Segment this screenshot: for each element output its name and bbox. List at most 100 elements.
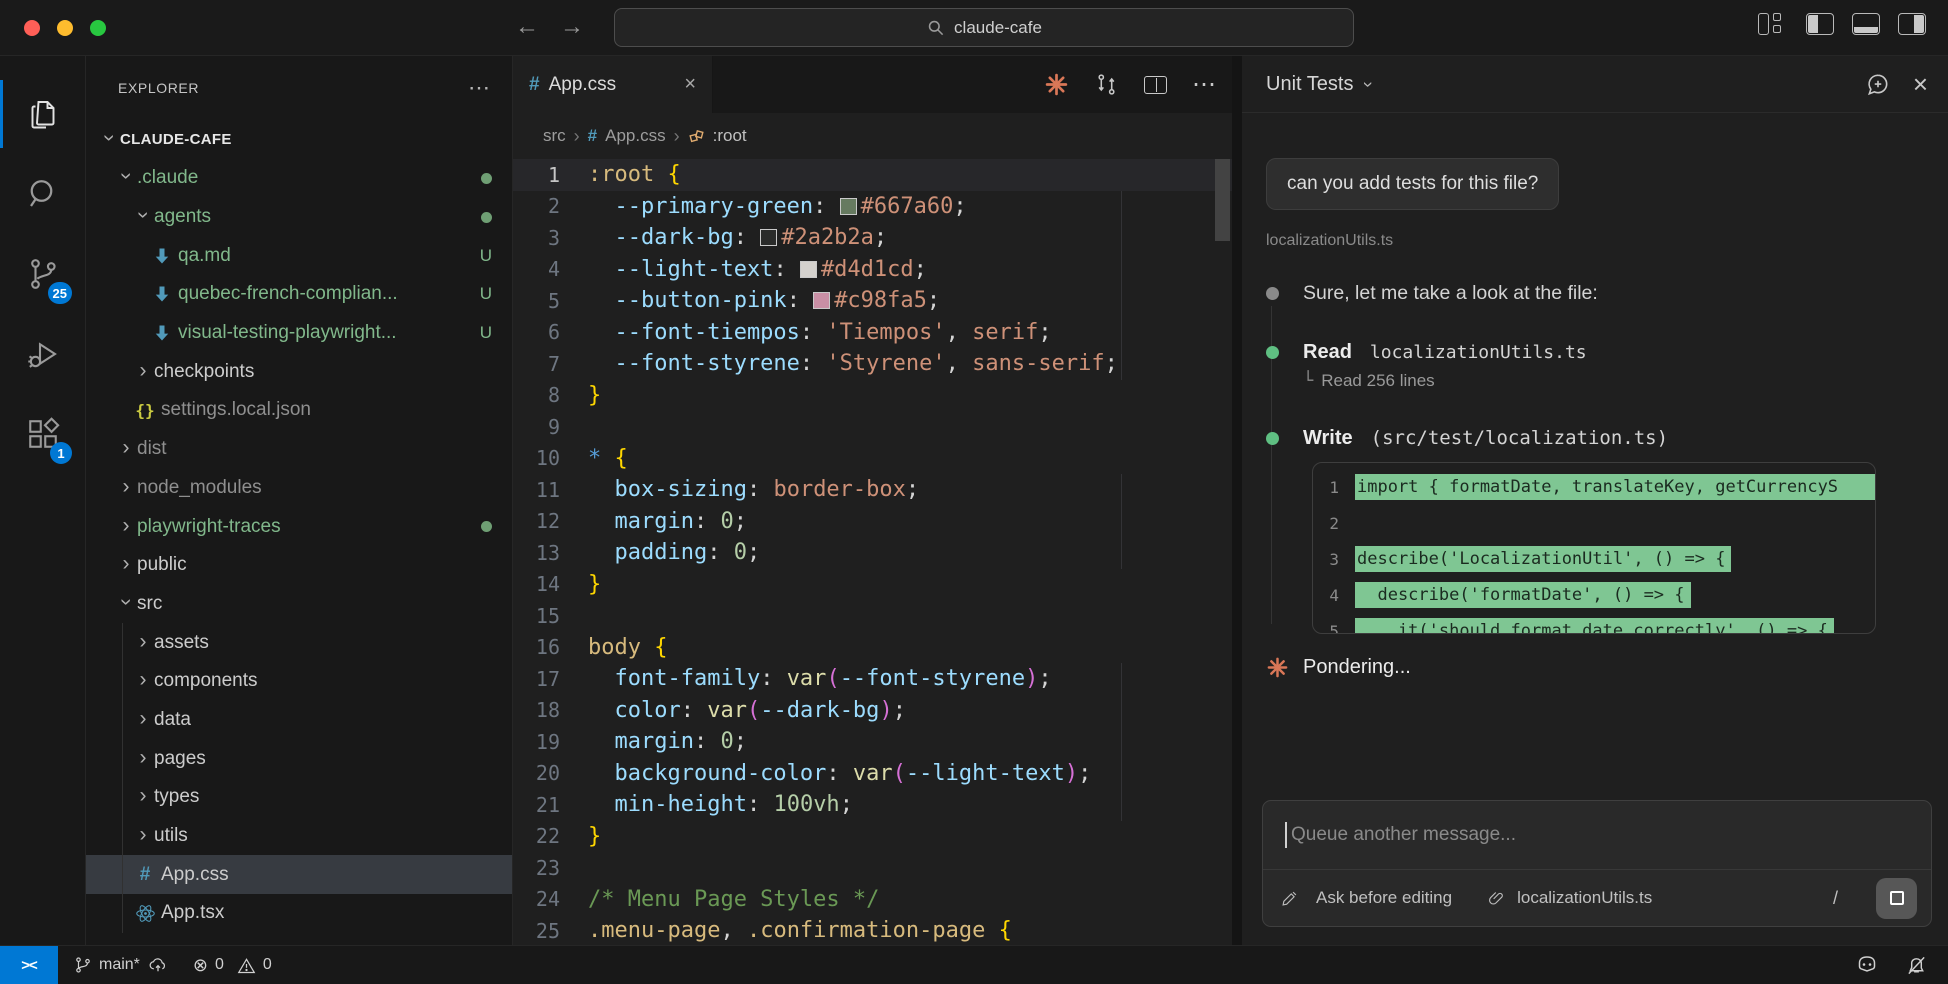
toggle-panel-icon[interactable] <box>1852 13 1880 35</box>
tree-item-components[interactable]: ›components <box>86 662 512 701</box>
tree-item-playwright-traces[interactable]: ›playwright-traces <box>86 507 512 546</box>
code-line-7[interactable]: 7 --font-styrene: 'Styrene', sans-serif; <box>513 348 1232 380</box>
code-line-21[interactable]: 21 min-height: 100vh; <box>513 789 1232 821</box>
color-swatch[interactable] <box>813 292 830 309</box>
code-line-2[interactable]: 2 --primary-green: #667a60; <box>513 191 1232 223</box>
color-swatch[interactable] <box>800 261 817 278</box>
tree-item-data[interactable]: ›data <box>86 701 512 740</box>
branch-status[interactable]: main* <box>74 955 169 975</box>
breadcrumb-file[interactable]: App.css <box>605 126 665 146</box>
diff-line-5: 5 it('should format date correctly', () … <box>1313 613 1875 634</box>
edit-mode-label[interactable]: Ask before editing <box>1316 888 1452 908</box>
tree-item-public[interactable]: ›public <box>86 546 512 585</box>
editor-scrollbar[interactable] <box>1215 159 1230 241</box>
code-line-19[interactable]: 19 margin: 0; <box>513 726 1232 758</box>
close-window-button[interactable] <box>24 20 40 36</box>
code-line-11[interactable]: 11 box-sizing: border-box; <box>513 474 1232 506</box>
breadcrumb: src › # App.css › :root <box>513 113 1232 159</box>
tree-item-checkpoints[interactable]: ›checkpoints <box>86 352 512 391</box>
tree-item-settings-local-json[interactable]: {}settings.local.json <box>86 391 512 430</box>
panel-sash[interactable] <box>1232 56 1242 945</box>
code-editor[interactable]: 1:root {2 --primary-green: #667a60;3 --d… <box>513 159 1232 945</box>
edit-mode-icon[interactable] <box>1281 890 1298 907</box>
code-line-9[interactable]: 9 <box>513 411 1232 443</box>
tree-root-folder[interactable]: › CLAUDE-CAFE <box>86 120 512 159</box>
notifications-muted-icon[interactable] <box>1905 954 1928 977</box>
new-chat-icon[interactable] <box>1865 71 1891 97</box>
claude-code-icon[interactable] <box>1044 72 1069 97</box>
split-editor-icon[interactable] <box>1144 76 1167 94</box>
attached-file-chip[interactable]: localizationUtils.ts <box>1517 888 1652 908</box>
tree-item-visual-testing-playwright-[interactable]: visual-testing-playwright...U <box>86 314 512 353</box>
code-line-14[interactable]: 14} <box>513 569 1232 601</box>
code-line-12[interactable]: 12 margin: 0; <box>513 506 1232 538</box>
code-line-4[interactable]: 4 --light-text: #d4d1cd; <box>513 254 1232 286</box>
more-actions-icon[interactable]: ⋯ <box>1192 73 1216 97</box>
activity-explorer[interactable] <box>0 74 86 154</box>
navigate-back-icon[interactable]: ← <box>512 13 542 41</box>
code-line-18[interactable]: 18 color: var(--dark-bg); <box>513 695 1232 727</box>
code-line-24[interactable]: 24/* Menu Page Styles */ <box>513 884 1232 916</box>
activity-source-control[interactable]: 25 <box>0 234 86 314</box>
code-line-5[interactable]: 5 --button-pink: #c98fa5; <box>513 285 1232 317</box>
copilot-icon[interactable] <box>1855 953 1879 977</box>
toggle-primary-sidebar-icon[interactable] <box>1806 13 1834 35</box>
message-input[interactable]: Queue another message... <box>1263 801 1931 870</box>
tree-item-quebec-french-complian-[interactable]: quebec-french-complian...U <box>86 275 512 314</box>
open-changes-icon[interactable] <box>1094 72 1119 97</box>
code-line-15[interactable]: 15 <box>513 600 1232 632</box>
activity-run-debug[interactable] <box>0 314 86 394</box>
close-tab-icon[interactable]: × <box>684 73 696 96</box>
write-tool-row[interactable]: Write (src/test/localization.ts) <box>1266 427 1924 450</box>
chevron-down-icon[interactable]: › <box>1358 81 1379 87</box>
tree-item-pages[interactable]: ›pages <box>86 739 512 778</box>
diff-code-block[interactable]: 1import { formatDate, translateKey, getC… <box>1312 462 1876 634</box>
maximize-window-button[interactable] <box>90 20 106 36</box>
code-line-10[interactable]: 10* { <box>513 443 1232 475</box>
tree-item-agents[interactable]: ›agents <box>86 198 512 237</box>
problems-status[interactable]: ⊗ 0 0 <box>193 955 272 976</box>
explorer-more-actions-icon[interactable]: ⋯ <box>468 75 490 101</box>
chat-input-box[interactable]: Queue another message... Ask before edit… <box>1262 800 1932 927</box>
line-number: 24 <box>513 887 588 911</box>
stop-button[interactable] <box>1876 878 1917 919</box>
code-line-6[interactable]: 6 --font-tiempos: 'Tiempos', serif; <box>513 317 1232 349</box>
tree-item-src[interactable]: ›src <box>86 585 512 624</box>
tab-app-css[interactable]: # App.css × <box>513 56 713 113</box>
tree-item-types[interactable]: ›types <box>86 778 512 817</box>
tree-item-app-css[interactable]: #App.css <box>86 855 512 894</box>
code-line-20[interactable]: 20 background-color: var(--light-text); <box>513 758 1232 790</box>
breadcrumb-src[interactable]: src <box>543 126 566 146</box>
read-tool-row[interactable]: Read localizationUtils.ts <box>1266 341 1924 364</box>
tree-item-node-modules[interactable]: ›node_modules <box>86 469 512 508</box>
tree-item-dist[interactable]: ›dist <box>86 430 512 469</box>
code-line-16[interactable]: 16body { <box>513 632 1232 664</box>
breadcrumb-symbol[interactable]: :root <box>713 126 747 146</box>
code-line-13[interactable]: 13 padding: 0; <box>513 537 1232 569</box>
code-line-1[interactable]: 1:root { <box>513 159 1232 191</box>
tree-item-qa-md[interactable]: qa.mdU <box>86 236 512 275</box>
activity-search[interactable] <box>0 154 86 234</box>
activity-extensions[interactable]: 1 <box>0 394 86 474</box>
code-line-23[interactable]: 23 <box>513 852 1232 884</box>
code-line-17[interactable]: 17 font-family: var(--font-styrene); <box>513 663 1232 695</box>
command-center-search[interactable]: claude-cafe <box>614 8 1354 47</box>
toggle-secondary-sidebar-icon[interactable] <box>1898 13 1926 35</box>
remote-indicator[interactable]: >< <box>0 946 58 984</box>
minimize-window-button[interactable] <box>57 20 73 36</box>
code-line-22[interactable]: 22} <box>513 821 1232 853</box>
customize-layout-icon[interactable] <box>1758 13 1788 35</box>
code-line-3[interactable]: 3 --dark-bg: #2a2b2a; <box>513 222 1232 254</box>
navigate-forward-icon[interactable]: → <box>557 13 587 41</box>
close-panel-icon[interactable]: × <box>1913 69 1928 100</box>
tree-item-assets[interactable]: ›assets <box>86 623 512 662</box>
code-line-8[interactable]: 8} <box>513 380 1232 412</box>
slash-commands-icon[interactable]: / <box>1833 888 1866 909</box>
tree-item--claude[interactable]: ›.claude <box>86 159 512 198</box>
tree-item-app-tsx[interactable]: App.tsx <box>86 894 512 933</box>
color-swatch[interactable] <box>840 198 857 215</box>
paperclip-icon[interactable] <box>1488 890 1505 907</box>
tree-item-utils[interactable]: ›utils <box>86 817 512 856</box>
code-line-25[interactable]: 25.menu-page, .confirmation-page { <box>513 915 1232 945</box>
color-swatch[interactable] <box>760 229 777 246</box>
